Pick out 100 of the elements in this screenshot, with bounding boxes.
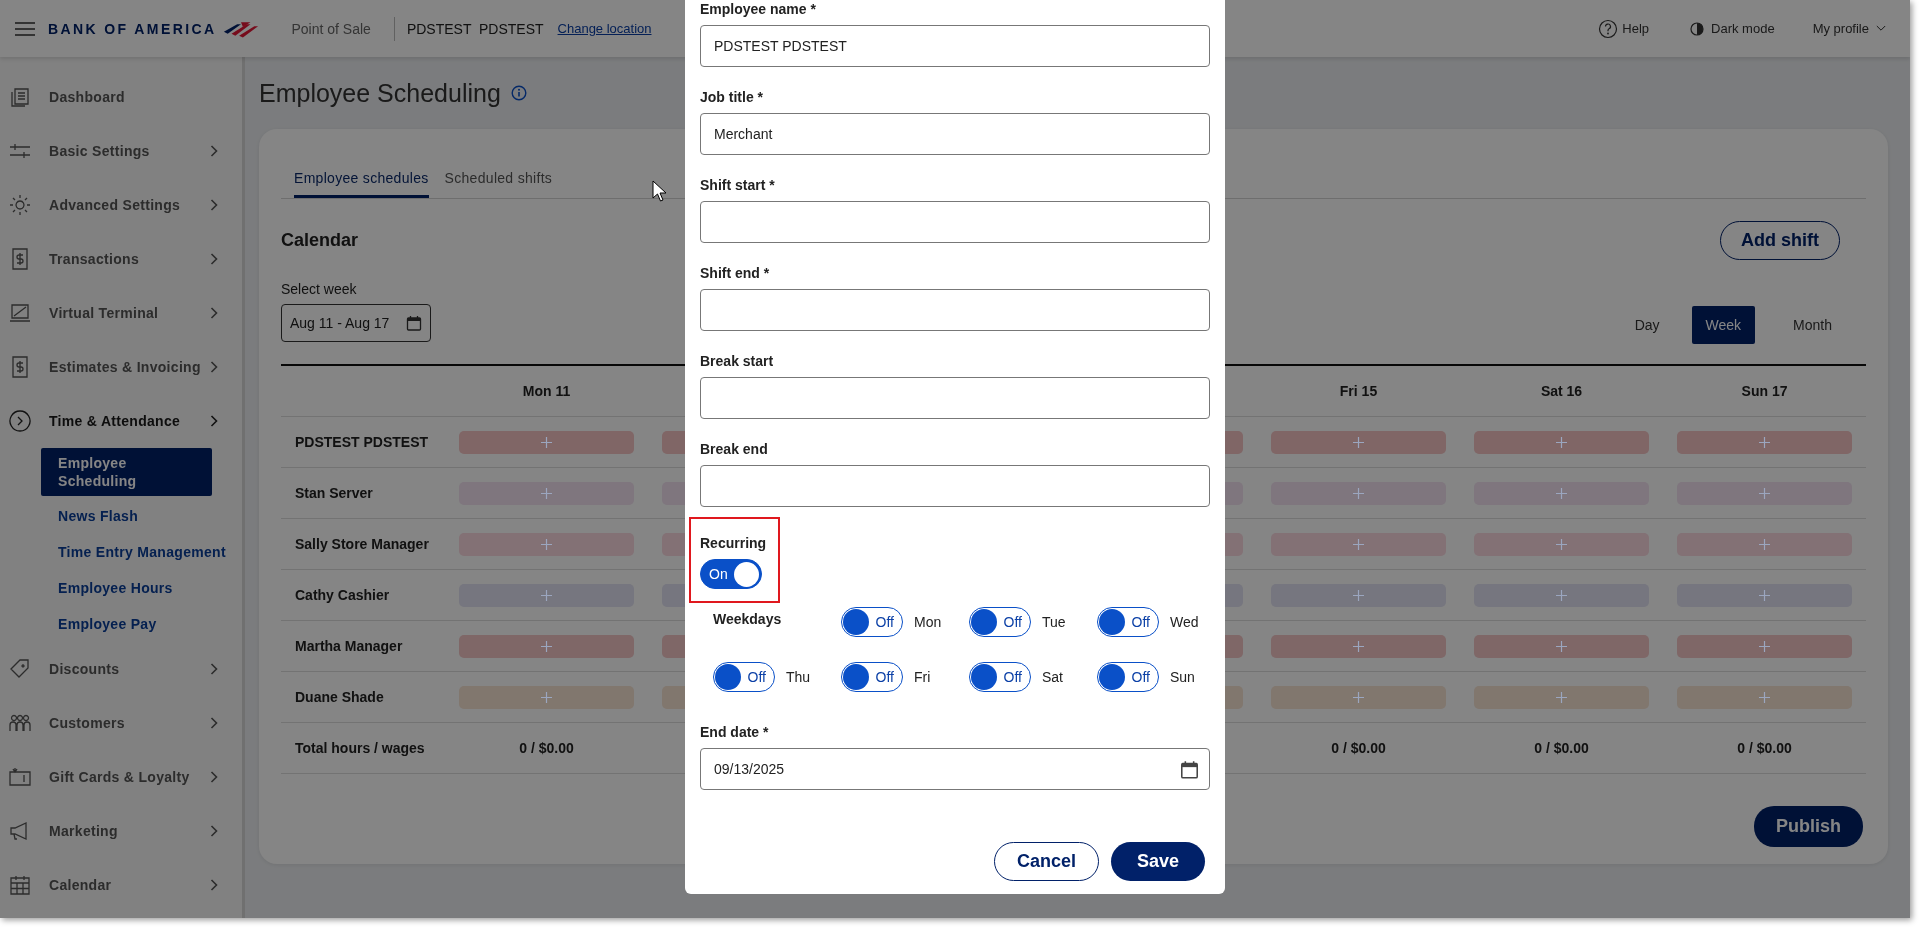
add-shift-slot[interactable] xyxy=(1474,481,1649,505)
sidebar-item[interactable]: Virtual Terminal xyxy=(0,286,242,340)
add-shift-slot[interactable] xyxy=(459,685,634,709)
tab[interactable]: Employee schedules xyxy=(294,164,429,198)
date-field[interactable]: 09/13/2025 xyxy=(700,748,1210,790)
page-title: Employee Scheduling xyxy=(259,78,501,108)
sidebar-subitem[interactable]: News Flash xyxy=(0,498,242,534)
chevron-right-icon xyxy=(210,307,218,319)
menu-icon[interactable] xyxy=(15,21,35,36)
sidebar-item[interactable]: Time & Attendance xyxy=(0,394,242,448)
input-field[interactable]: PDSTEST PDSTEST xyxy=(700,25,1210,67)
tab[interactable]: Scheduled shifts xyxy=(444,164,553,198)
sidebar-item[interactable]: Advanced Settings xyxy=(0,178,242,232)
add-shift-slot[interactable] xyxy=(1271,583,1446,607)
sidebar-subitem[interactable]: Employee Hours xyxy=(0,570,242,606)
app-name: Point of Sale xyxy=(291,20,371,37)
input-field[interactable] xyxy=(700,465,1210,507)
publish-button[interactable]: Publish xyxy=(1754,806,1863,847)
plus-icon xyxy=(1759,589,1770,601)
column-header: Sun 17 xyxy=(1663,366,1866,417)
sidebar-subitem[interactable]: Time Entry Management xyxy=(0,534,242,570)
field-label: Recurring xyxy=(700,535,767,551)
plus-icon xyxy=(1353,691,1364,703)
sidebar-item[interactable]: Marketing xyxy=(0,804,242,858)
save-button[interactable]: Save xyxy=(1110,842,1205,881)
sidebar-item[interactable]: Gift Cards & Loyalty xyxy=(0,750,242,804)
input-field[interactable] xyxy=(700,377,1210,419)
view-option[interactable]: Month xyxy=(1779,306,1846,344)
column-header: Mon 11 xyxy=(445,366,648,417)
toggle-switch[interactable]: Off xyxy=(969,607,1031,637)
day-label: Thu xyxy=(786,669,811,685)
add-shift-slot[interactable] xyxy=(1677,583,1852,607)
day-label: Wed xyxy=(1170,614,1199,630)
sidebar-item[interactable]: Basic Settings xyxy=(0,124,242,178)
info-icon[interactable] xyxy=(510,85,527,101)
sidebar-item[interactable]: Dashboard xyxy=(0,70,242,124)
add-shift-slot[interactable] xyxy=(1271,430,1446,454)
add-shift-slot[interactable] xyxy=(1271,685,1446,709)
add-shift-slot[interactable] xyxy=(1474,430,1649,454)
cancel-button[interactable]: Cancel xyxy=(993,842,1099,881)
plus-icon xyxy=(1556,487,1567,499)
view-option[interactable]: Day xyxy=(1620,306,1674,344)
profile-menu[interactable]: My profile xyxy=(1812,21,1886,36)
employee-name: PDSTEST PDSTEST xyxy=(295,434,429,450)
input-field[interactable] xyxy=(700,289,1210,331)
plus-icon xyxy=(1759,691,1770,703)
total-value: 0 / $0.00 xyxy=(1737,740,1792,756)
toggle-switch[interactable]: Off xyxy=(969,662,1031,692)
toggle-switch[interactable]: Off xyxy=(713,662,775,692)
add-shift-slot[interactable] xyxy=(1677,430,1852,454)
toggle-switch[interactable]: Off xyxy=(841,662,903,692)
employee-name: Sally Store Manager xyxy=(295,536,429,552)
add-shift-slot[interactable] xyxy=(1271,634,1446,658)
sidebar-item[interactable]: Estimates & Invoicing xyxy=(0,340,242,394)
add-shift-slot[interactable] xyxy=(459,481,634,505)
add-shift-slot[interactable] xyxy=(459,430,634,454)
field-label: Shift end * xyxy=(700,265,771,281)
toggle-switch[interactable]: Off xyxy=(1097,607,1159,637)
add-shift-slot[interactable] xyxy=(459,532,634,556)
add-shift-slot[interactable] xyxy=(1271,481,1446,505)
field-label: Weekdays xyxy=(713,610,782,627)
chevron-down-icon xyxy=(1876,25,1886,32)
input-field[interactable] xyxy=(700,201,1210,243)
gear-icon xyxy=(8,193,32,217)
add-shift-slot[interactable] xyxy=(459,634,634,658)
field-label: End date * xyxy=(700,724,770,740)
sidebar-item[interactable]: Calendar xyxy=(0,858,242,912)
add-shift-slot[interactable] xyxy=(1677,532,1852,556)
view-option[interactable]: Week xyxy=(1691,306,1756,344)
add-shift-slot[interactable] xyxy=(1474,532,1649,556)
add-shift-slot[interactable] xyxy=(1677,481,1852,505)
add-shift-slot[interactable] xyxy=(1677,634,1852,658)
add-shift-button[interactable]: Add shift xyxy=(1720,220,1840,260)
sidebar-subitem[interactable]: Employee Scheduling xyxy=(41,448,212,496)
add-shift-slot[interactable] xyxy=(1271,532,1446,556)
help-button[interactable]: Help xyxy=(1598,18,1650,39)
sidebar-item[interactable]: Discounts xyxy=(0,642,242,696)
input-field[interactable]: Merchant xyxy=(700,113,1210,155)
chevron-right-icon xyxy=(210,771,218,783)
sidebar-item[interactable]: Transactions xyxy=(0,232,242,286)
add-shift-slot[interactable] xyxy=(1474,583,1649,607)
sidebar-subitem[interactable]: Employee Pay xyxy=(0,606,242,642)
calendar-icon xyxy=(1180,759,1199,779)
chevron-right-icon xyxy=(210,145,218,157)
sidebar-item[interactable]: Customers xyxy=(0,696,242,750)
field-label: Job title * xyxy=(700,89,764,105)
toggle-switch[interactable]: On xyxy=(700,559,762,589)
week-picker[interactable]: Aug 11 - Aug 17 xyxy=(281,304,431,342)
chevron-right-icon xyxy=(210,717,218,729)
add-shift-slot[interactable] xyxy=(459,583,634,607)
add-shift-slot[interactable] xyxy=(1677,685,1852,709)
plus-icon xyxy=(1556,436,1567,448)
cursor-icon xyxy=(652,180,666,202)
toggle-switch[interactable]: Off xyxy=(841,607,903,637)
dark-mode-button[interactable]: Dark mode xyxy=(1687,18,1775,39)
toggle-switch[interactable]: Off xyxy=(1097,662,1159,692)
add-shift-slot[interactable] xyxy=(1474,685,1649,709)
change-location-link[interactable]: Change location xyxy=(557,21,652,36)
add-shift-slot[interactable] xyxy=(1474,634,1649,658)
field-label: Break start xyxy=(700,353,775,369)
